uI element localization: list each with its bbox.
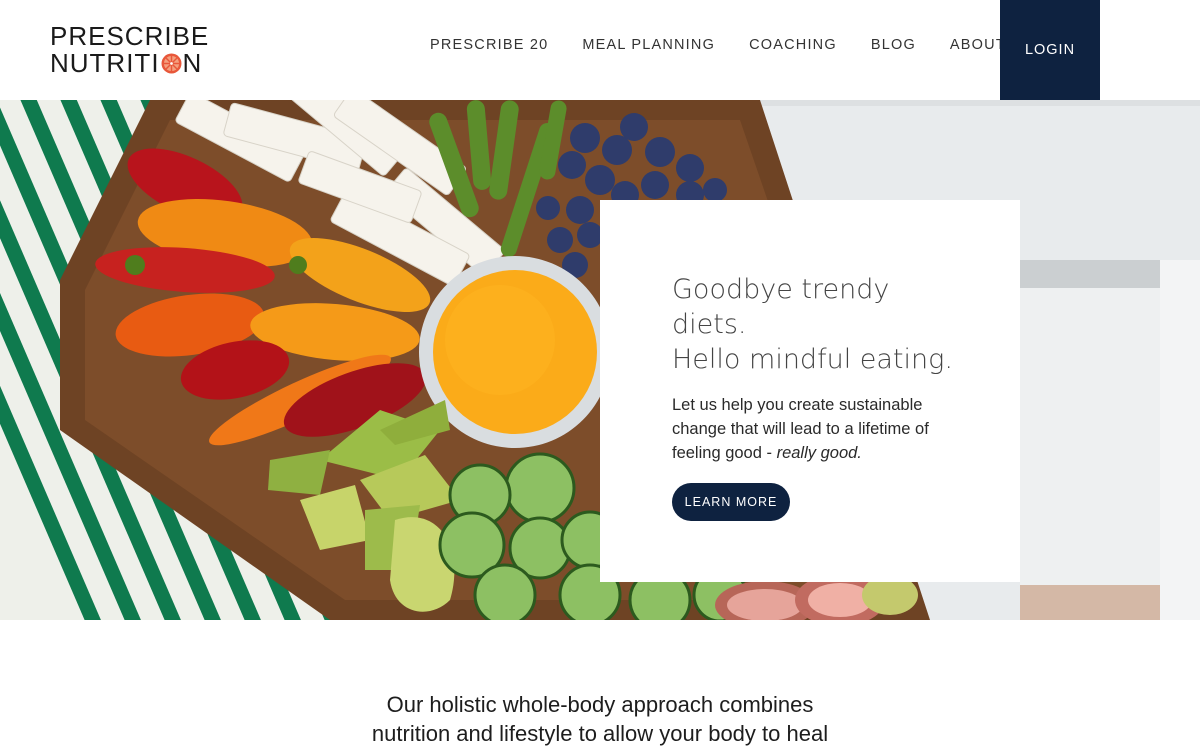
site-header: PRESCRIBE NUTRITI N PRESCRIBE 20 MEAL PL… [0, 0, 1200, 100]
hero-card: Goodbye trendy diets. Hello mindful eati… [600, 200, 1020, 582]
intro-section: Our holistic whole-body approach combine… [0, 690, 1200, 748]
hero-title: Goodbye trendy diets. Hello mindful eati… [672, 272, 953, 377]
login-button[interactable]: LOGIN [1000, 0, 1100, 100]
nav-meal-planning[interactable]: MEAL PLANNING [582, 37, 715, 53]
intro-line1: Our holistic whole-body approach combine… [386, 692, 814, 717]
hero-description: Let us help you create sustainable chang… [672, 393, 952, 465]
hero-section: Goodbye trendy diets. Hello mindful eati… [0, 100, 1200, 620]
hero-description-emphasis: really good. [776, 444, 862, 462]
nav-coaching[interactable]: COACHING [749, 37, 837, 53]
hero-title-line2: diets. [672, 309, 747, 340]
logo-line2-suffix: N [182, 48, 203, 78]
hero-title-line1: Goodbye trendy [672, 274, 890, 305]
logo-line1: PRESCRIBE [50, 21, 210, 51]
nav-blog[interactable]: BLOG [871, 37, 916, 53]
learn-more-button[interactable]: LEARN MORE [672, 483, 790, 521]
hero-title-line3: Hello mindful eating. [672, 344, 953, 375]
nav-prescribe-20[interactable]: PRESCRIBE 20 [430, 37, 548, 53]
brand-logo[interactable]: PRESCRIBE NUTRITI N [50, 22, 210, 78]
main-nav: PRESCRIBE 20 MEAL PLANNING COACHING BLOG… [430, 0, 1006, 90]
intro-line2: nutrition and lifestyle to allow your bo… [371, 721, 829, 746]
logo-line2-prefix: NUTRITI [50, 48, 160, 78]
orange-slice-icon [161, 53, 182, 74]
logo-line2: NUTRITI N [50, 49, 202, 77]
nav-about[interactable]: ABOUT [950, 37, 1006, 53]
